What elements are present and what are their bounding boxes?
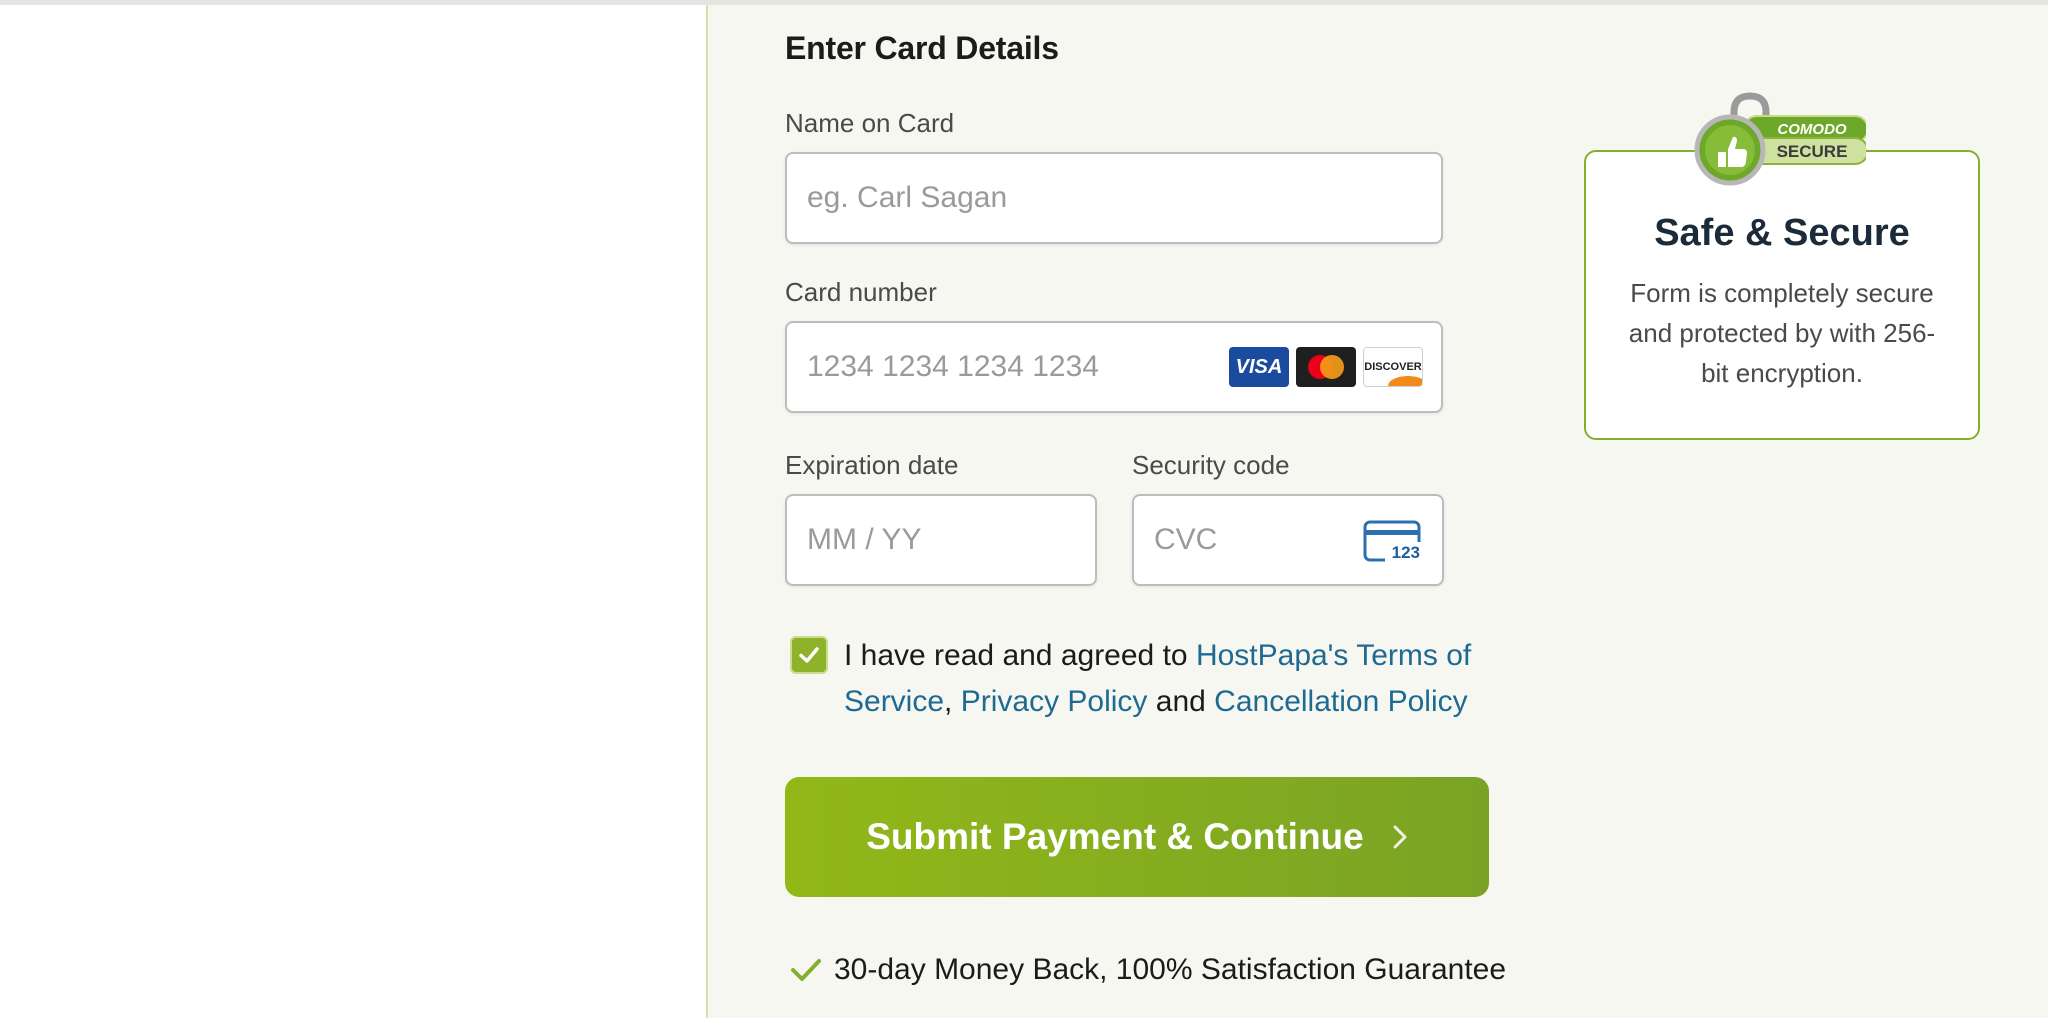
chevron-right-icon [1393,825,1407,849]
left-pane [0,5,706,1018]
card-number-label: Card number [785,277,937,307]
terms-prefix: I have read and agreed to [844,639,1196,672]
discover-logo: DISCOVER [1363,347,1423,387]
submit-payment-label: Submit Payment & Continue [866,816,1364,857]
comodo-badge-top-text: COMODO [1777,121,1846,138]
cvc-icon-digits: 123 [1392,543,1420,562]
comodo-secure-badge-icon: COMODO SECURE [1694,92,1866,186]
comodo-badge-bottom-text: SECURE [1777,142,1848,161]
visa-logo: VISA [1229,347,1289,387]
checkmark-icon [791,959,821,981]
discover-logo-text: DISCOVER [1364,361,1422,373]
name-on-card-input[interactable] [785,152,1443,244]
cancellation-policy-link[interactable]: Cancellation Policy [1214,685,1467,718]
expiration-date-label: Expiration date [785,450,959,480]
safe-secure-text: Form is completely secure and protected … [1628,278,1936,388]
terms-and: and [1147,685,1215,718]
expiration-date-input[interactable] [785,494,1097,586]
privacy-policy-link[interactable]: Privacy Policy [961,685,1148,718]
card-brand-logos: VISA DISCOVER [1229,347,1423,387]
terms-comma: , [944,685,961,718]
section-title: Enter Card Details [785,30,1059,66]
terms-agreement-text: I have read and agreed to HostPapa's Ter… [844,633,1504,725]
mastercard-logo [1296,347,1356,387]
name-on-card-label: Name on Card [785,108,955,138]
safe-secure-box: Safe & Secure Form is completely secure … [1584,150,1980,440]
cvc-card-icon: 123 [1363,520,1421,562]
guarantee-text: 30-day Money Back, 100% Satisfaction Gua… [834,953,1507,986]
check-icon [799,647,819,663]
submit-payment-button[interactable]: Submit Payment & Continue [785,777,1489,897]
money-back-guarantee: 30-day Money Back, 100% Satisfaction Gua… [790,948,1506,992]
security-code-label: Security code [1132,450,1290,480]
terms-checkbox[interactable] [790,636,828,674]
